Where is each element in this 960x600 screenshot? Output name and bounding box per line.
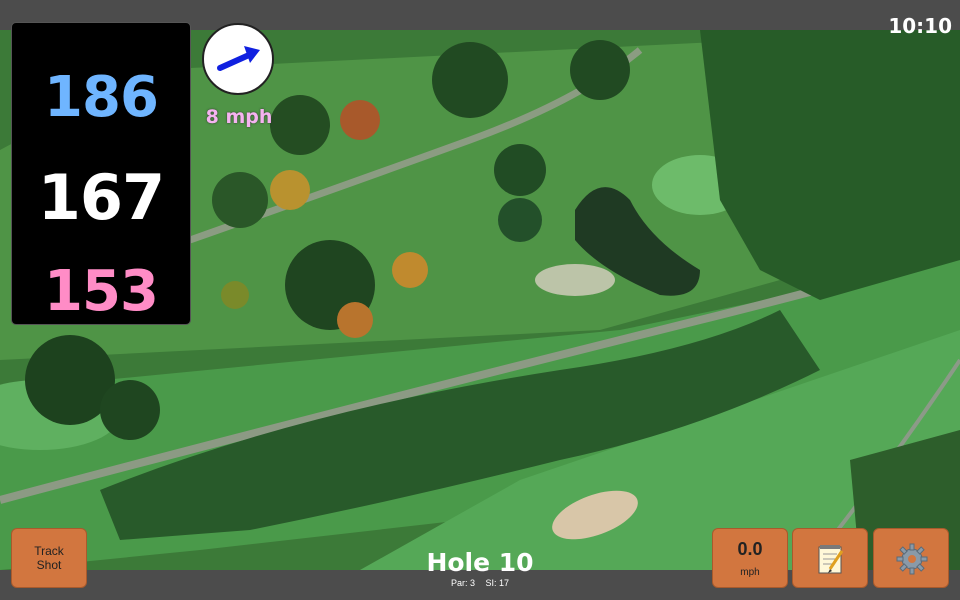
distance-back: 186 <box>44 65 159 130</box>
distance-middle: 167 <box>37 161 165 234</box>
distance-panel: 186 167 153 <box>11 22 191 325</box>
speed-value: 0.0 <box>737 539 763 559</box>
hole-title: Hole 10 <box>426 548 534 577</box>
speed-unit: mph <box>740 567 760 578</box>
track-shot-button[interactable]: Track Shot <box>11 528 87 588</box>
hole-stroke-index: SI: 17 <box>485 578 510 588</box>
hole-par: Par: 3 <box>450 578 475 588</box>
notepad-icon <box>818 545 844 574</box>
settings-button[interactable] <box>873 528 949 588</box>
hole-info: Par: 3 SI: 17 <box>380 578 580 588</box>
distance-front: 153 <box>44 259 159 324</box>
wind-direction-arrow-icon <box>217 46 260 71</box>
clock: 10:10 <box>888 14 952 38</box>
wind-speed: 8 mph <box>205 106 273 128</box>
speed-button[interactable]: 0.0 mph <box>712 528 788 588</box>
wind-indicator <box>202 23 274 95</box>
track-shot-label-2: Shot <box>36 558 62 572</box>
notes-button[interactable] <box>792 528 868 588</box>
gear-icon <box>896 543 928 575</box>
track-shot-label-1: Track <box>34 544 64 558</box>
